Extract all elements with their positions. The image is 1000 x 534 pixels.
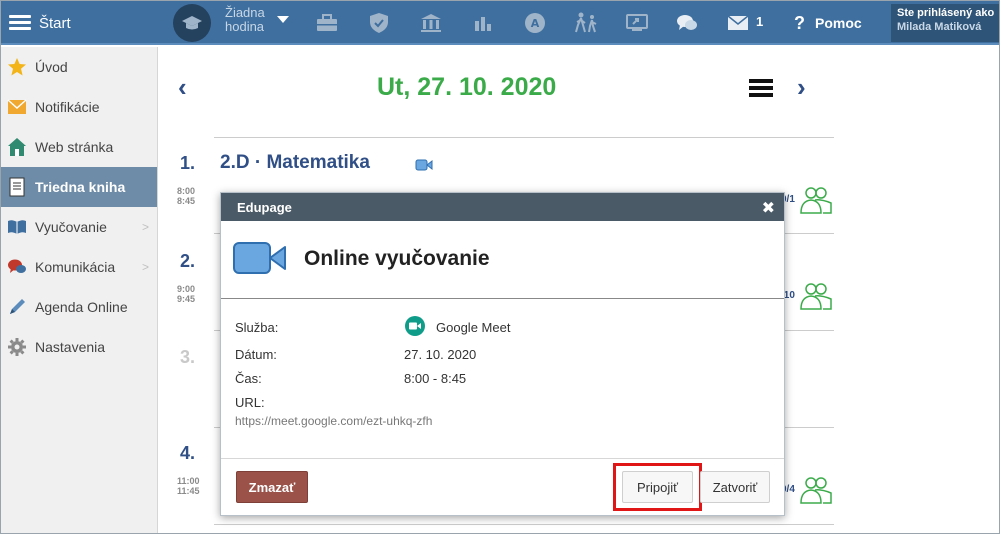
lesson-title[interactable]: 2.D · Matematika (220, 152, 370, 174)
students-icon[interactable] (799, 475, 833, 510)
top-bar: Štart Žiadna hodina A 1 ? Pomoc Ste prih… (1, 1, 999, 45)
dialog-header-title: Edupage (237, 200, 292, 215)
sidebar-item-label: Komunikácia (35, 259, 116, 275)
date-value: 27. 10. 2020 (404, 347, 477, 362)
mail-icon[interactable] (724, 1, 752, 45)
students-icon[interactable] (799, 281, 833, 316)
sidebar-item-web-stranka[interactable]: Web stránka (1, 127, 157, 167)
sidebar-item-label: Notifikácie (35, 99, 100, 115)
graduation-cap-icon[interactable] (173, 4, 211, 42)
divider (214, 524, 834, 525)
start-label: Štart (39, 14, 71, 32)
sidebar-item-agenda-online[interactable]: Agenda Online (1, 287, 157, 327)
hamburger-icon[interactable] (9, 15, 31, 31)
dialog-hero: Online vyučovanie (221, 221, 784, 299)
lesson-number: 2. (180, 251, 196, 271)
chat-bubbles-icon[interactable] (673, 1, 701, 45)
service-label: Služba: (235, 320, 279, 335)
lesson-time: 9:00 9:45 (177, 284, 196, 304)
current-lesson-line1: Žiadna (225, 5, 265, 20)
google-meet-icon (404, 315, 426, 342)
lesson-number: 4. (180, 443, 196, 463)
help-button[interactable]: ? Pomoc (794, 1, 862, 45)
sidebar-item-notifikacie[interactable]: Notifikácie (1, 87, 157, 127)
chevron-right-icon: > (141, 260, 149, 274)
shield-icon[interactable] (365, 1, 393, 45)
notebook-icon (7, 177, 27, 197)
briefcase-icon[interactable] (313, 1, 341, 45)
user-name: Milada Matiková (897, 21, 982, 33)
menu-list-icon[interactable] (749, 79, 773, 97)
online-lesson-dialog: Edupage ✖ Online vyučovanie Služba: Goog… (220, 192, 785, 516)
join-button[interactable]: Pripojiť (622, 471, 693, 503)
sidebar-item-triedna-kniha[interactable]: Triedna kniha (1, 167, 157, 207)
current-lesson-selector[interactable]: Žiadna hodina (225, 6, 265, 34)
video-camera-icon[interactable] (415, 158, 433, 176)
dialog-header: Edupage ✖ (221, 193, 784, 221)
lesson-time: 11:00 11:45 (177, 476, 200, 496)
delete-button[interactable]: Zmazať (236, 471, 308, 503)
chevron-left-icon[interactable]: ‹ (178, 74, 187, 100)
sidebar-item-label: Triedna kniha (35, 179, 126, 195)
sidebar-item-uvod[interactable]: Úvod (1, 47, 157, 87)
divider (221, 458, 784, 459)
sidebar-item-nastavenia[interactable]: Nastavenia (1, 327, 157, 367)
logged-in-as-label: Ste prihlásený ako (897, 7, 995, 19)
students-icon[interactable] (799, 185, 833, 220)
screen-share-icon[interactable] (623, 1, 651, 45)
institution-icon[interactable] (417, 1, 445, 45)
sidebar-item-label: Web stránka (35, 139, 114, 155)
lesson-time: 8:00 8:45 (177, 186, 196, 206)
sidebar: Úvod Notifikácie Web stránka Triedna kni… (1, 47, 158, 533)
current-lesson-line2: hodina (225, 19, 265, 34)
star-icon (7, 57, 27, 77)
service-value: Google Meet (436, 320, 511, 335)
sidebar-item-label: Agenda Online (35, 299, 128, 315)
bar-chart-icon[interactable] (469, 1, 497, 45)
home-icon (7, 137, 27, 157)
sidebar-item-label: Nastavenia (35, 339, 106, 355)
lesson-number: 3. (180, 347, 196, 367)
close-icon[interactable]: ✖ (762, 198, 775, 218)
chat-icon (7, 257, 27, 277)
date-navigation: ‹ Ut, 27. 10. 2020 › (159, 67, 839, 107)
chevron-right-icon[interactable]: › (797, 74, 806, 100)
video-camera-icon (233, 241, 287, 280)
time-label: Čas: (235, 371, 262, 386)
user-account-box[interactable]: Ste prihlásený ako Milada Matiková (891, 4, 999, 42)
sidebar-item-vyucovanie[interactable]: Vyučovanie > (1, 207, 157, 247)
url-label: URL: (235, 395, 265, 410)
page-title: Ut, 27. 10. 2020 (377, 73, 557, 101)
dialog-title: Online vyučovanie (304, 247, 490, 270)
walking-people-icon[interactable] (571, 1, 601, 45)
time-value: 8:00 - 8:45 (404, 371, 467, 386)
sidebar-item-label: Úvod (35, 59, 68, 75)
envelope-icon (7, 97, 27, 117)
gear-icon (7, 337, 27, 357)
start-menu-button[interactable]: Štart (1, 1, 159, 45)
lesson-number: 1. (180, 153, 196, 173)
chevron-right-icon: > (141, 220, 149, 234)
svg-text:A: A (531, 17, 540, 30)
grade-circle-icon[interactable]: A (521, 1, 549, 45)
meeting-url[interactable]: https://meet.google.com/ezt-uhkq-zfh (235, 414, 432, 428)
sidebar-item-label: Vyučovanie (35, 219, 107, 235)
pen-icon (7, 297, 27, 317)
book-icon (7, 217, 27, 237)
date-label: Dátum: (235, 347, 277, 362)
mail-count-badge: 1 (756, 14, 764, 29)
caret-down-icon[interactable] (277, 16, 289, 23)
help-label: Pomoc (815, 15, 862, 31)
close-button[interactable]: Zatvoriť (700, 471, 770, 503)
sidebar-item-komunikacia[interactable]: Komunikácia > (1, 247, 157, 287)
app-window: Štart Žiadna hodina A 1 ? Pomoc Ste prih… (0, 0, 1000, 534)
divider (214, 137, 834, 138)
question-icon: ? (794, 12, 805, 33)
